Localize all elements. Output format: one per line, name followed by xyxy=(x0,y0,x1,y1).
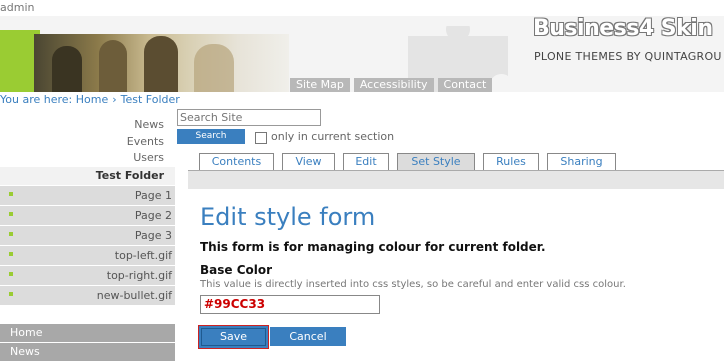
bullet-icon xyxy=(9,292,13,296)
base-color-help: This value is directly inserted into css… xyxy=(200,279,626,290)
site-action-accessibility[interactable]: Accessibility xyxy=(353,78,434,92)
search-input[interactable] xyxy=(177,109,321,126)
site-header: Business4 Skin PLONE THEMES BY QUINTAGRO… xyxy=(0,16,724,92)
breadcrumb-separator: › xyxy=(112,93,117,106)
brand-logo[interactable]: Business4 Skin xyxy=(533,16,713,41)
nav-sub-item[interactable]: top-right.gif xyxy=(0,266,175,286)
nav-item-events[interactable]: Events xyxy=(0,134,164,150)
search-button[interactable]: Search xyxy=(177,129,245,144)
bullet-icon xyxy=(9,272,13,276)
breadcrumb-item-test-folder[interactable]: Test Folder xyxy=(121,93,180,106)
nav-current-label: Test Folder xyxy=(95,169,164,182)
bottom-nav-home[interactable]: Home xyxy=(0,324,175,342)
bottom-nav-label: Home xyxy=(10,326,43,339)
nav-sub-item[interactable]: Page 3 xyxy=(0,226,175,246)
nav-item-news[interactable]: News xyxy=(0,117,164,133)
current-section-checkbox[interactable] xyxy=(255,132,267,144)
site-actions: Site Map Accessibility Contact xyxy=(290,78,493,92)
navigation-portlet: News Events Users Test Folder Page 1 Pag… xyxy=(0,107,175,361)
nav-sub-label: new-bullet.gif xyxy=(96,289,172,302)
current-section-label: only in current section xyxy=(271,130,395,143)
nav-sub-label: Page 1 xyxy=(134,189,172,202)
save-button[interactable]: Save xyxy=(198,325,269,349)
breadcrumb-item-home[interactable]: Home xyxy=(76,93,108,106)
page-title: Edit style form xyxy=(200,203,376,231)
username[interactable]: admin xyxy=(0,1,34,14)
cancel-button[interactable]: Cancel xyxy=(270,327,346,346)
bottom-nav-label: News xyxy=(10,345,40,358)
bullet-icon xyxy=(9,192,13,196)
base-color-field[interactable]: #99CC33 xyxy=(200,295,380,314)
bullet-icon xyxy=(9,212,13,216)
nav-sub-item[interactable]: Page 1 xyxy=(0,186,175,206)
user-bar: admin xyxy=(0,0,724,16)
nav-item-current-folder[interactable]: Test Folder xyxy=(0,167,175,185)
nav-sub-item[interactable]: new-bullet.gif xyxy=(0,286,175,306)
nav-item-users[interactable]: Users xyxy=(0,150,164,166)
tab-edit[interactable]: Edit xyxy=(343,153,389,170)
bullet-icon xyxy=(9,252,13,256)
nav-sub-label: top-right.gif xyxy=(106,269,172,282)
base-color-label: Base Color xyxy=(200,263,273,277)
form-description: This form is for managing colour for cur… xyxy=(200,240,546,254)
nav-sub-label: top-left.gif xyxy=(114,249,172,262)
bottom-nav-news[interactable]: News xyxy=(0,343,175,361)
site-action-contact[interactable]: Contact xyxy=(437,78,493,92)
tab-rules[interactable]: Rules xyxy=(483,153,539,170)
site-action-sitemap[interactable]: Site Map xyxy=(290,78,350,92)
nav-sub-label: Page 2 xyxy=(134,209,172,222)
nav-sub-item[interactable]: Page 2 xyxy=(0,206,175,226)
content-views-bar xyxy=(188,170,724,189)
breadcrumb-prefix: You are here: xyxy=(0,93,73,106)
bullet-icon xyxy=(9,232,13,236)
nav-sub-item[interactable]: top-left.gif xyxy=(0,246,175,266)
tab-sharing[interactable]: Sharing xyxy=(547,153,616,170)
header-photo xyxy=(34,34,289,92)
breadcrumb: You are here: Home › Test Folder xyxy=(0,93,180,107)
brand-tagline: PLONE THEMES BY QUINTAGROU xyxy=(534,50,722,63)
nav-sub-label: Page 3 xyxy=(134,229,172,242)
tab-view[interactable]: View xyxy=(282,153,335,170)
tab-set-style[interactable]: Set Style xyxy=(397,153,475,170)
save-button-label: Save xyxy=(201,328,266,346)
tab-contents[interactable]: Contents xyxy=(199,153,274,170)
